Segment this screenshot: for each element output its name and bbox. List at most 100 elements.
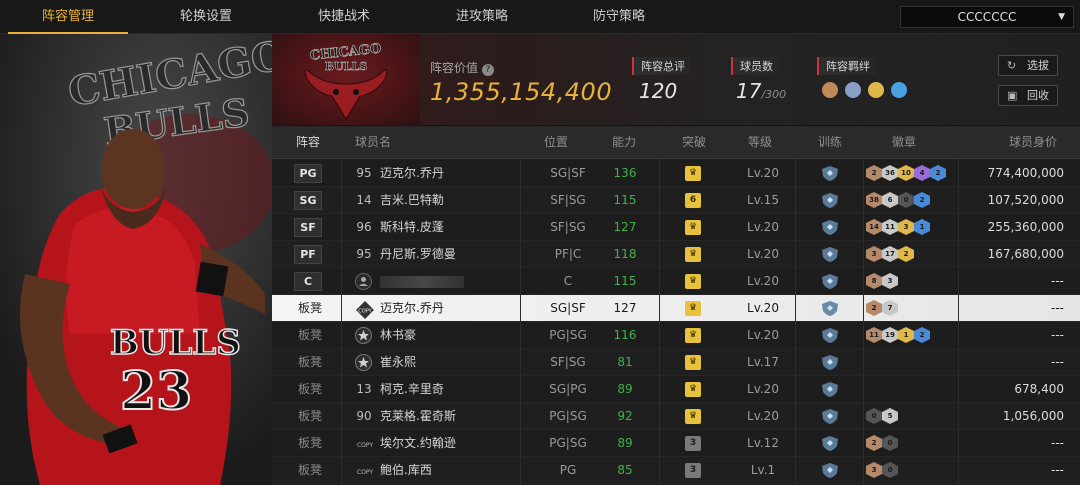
training-icon[interactable] bbox=[820, 300, 840, 317]
badge-icon[interactable]: 17 bbox=[882, 246, 898, 262]
slot-badge: PG bbox=[294, 164, 322, 183]
crown-icon: ♛ bbox=[685, 166, 701, 181]
svg-text:BULLS: BULLS bbox=[110, 323, 241, 363]
col-badges: 徽章 bbox=[892, 135, 917, 149]
badge-icon[interactable]: 2 bbox=[898, 246, 914, 262]
player-position: PG bbox=[559, 463, 577, 477]
training-icon[interactable] bbox=[820, 354, 840, 371]
refresh-icon: ↻ bbox=[1007, 59, 1017, 72]
recycle-icon: ▣ bbox=[1007, 89, 1018, 102]
copy-badge-icon: COPY bbox=[355, 462, 373, 479]
player-value: --- bbox=[1051, 436, 1064, 450]
player-ability: 118 bbox=[613, 247, 637, 261]
portrait-illustration: CHICAGO BULLS BULLS 23 bbox=[0, 34, 272, 485]
player-ability: 127 bbox=[613, 301, 637, 315]
col-ability: 能力 bbox=[612, 135, 637, 149]
player-level: Lv.20 bbox=[747, 409, 779, 423]
training-icon[interactable] bbox=[820, 462, 840, 479]
player-position: PG|SG bbox=[549, 328, 587, 342]
badge-icon[interactable]: 14 bbox=[866, 219, 882, 235]
tab-quick-tactics[interactable]: 快捷战术 bbox=[284, 0, 404, 34]
bond-icon-3[interactable] bbox=[868, 82, 884, 98]
lineup-value: 1,355,154,400 bbox=[430, 78, 613, 106]
player-level: Lv.1 bbox=[750, 463, 776, 477]
player-value: 167,680,000 bbox=[987, 247, 1064, 261]
copy-badge-icon: COPY bbox=[355, 300, 374, 319]
player-ability: 81 bbox=[617, 355, 633, 369]
badge-icon[interactable]: 0 bbox=[882, 462, 898, 478]
bond-icon-1[interactable] bbox=[822, 82, 838, 98]
player-position: PF|C bbox=[554, 247, 582, 261]
badge-icon[interactable]: 11 bbox=[882, 219, 898, 235]
badge-icon[interactable]: 2 bbox=[866, 165, 882, 181]
player-ability: 127 bbox=[613, 220, 637, 234]
user-dropdown[interactable]: CCCCCCC ▼ bbox=[900, 6, 1074, 28]
player-ability: 115 bbox=[613, 274, 637, 288]
players-label: 球员数 bbox=[731, 57, 779, 75]
badge-icon[interactable]: 19 bbox=[882, 327, 898, 343]
training-icon[interactable] bbox=[820, 219, 840, 236]
badge-icon[interactable]: 8 bbox=[866, 273, 882, 289]
bond-icon-4[interactable] bbox=[891, 82, 907, 98]
breakthrough-level: 6 bbox=[685, 193, 701, 208]
training-icon[interactable] bbox=[820, 165, 840, 182]
badge-icon[interactable]: 1 bbox=[898, 327, 914, 343]
badge-icon[interactable]: 36 bbox=[882, 165, 898, 181]
badge-icon[interactable]: 11 bbox=[866, 327, 882, 343]
badge-icon[interactable]: 7 bbox=[882, 300, 898, 316]
bond-icon-2[interactable] bbox=[845, 82, 861, 98]
training-icon[interactable] bbox=[820, 192, 840, 209]
team-logo: CHICAGO BULLS bbox=[272, 34, 420, 125]
player-name: 丹尼斯.罗德曼 bbox=[380, 247, 456, 261]
badge-icon[interactable]: 6 bbox=[882, 192, 898, 208]
training-icon[interactable] bbox=[820, 408, 840, 425]
badge-icon[interactable]: 3 bbox=[882, 273, 898, 289]
column-divider bbox=[520, 126, 521, 485]
training-icon[interactable] bbox=[820, 246, 840, 263]
player-value: --- bbox=[1051, 463, 1064, 477]
badge-icon[interactable]: 4 bbox=[914, 165, 930, 181]
slot-badge: PF bbox=[294, 245, 322, 264]
lineup-value-label: 阵容价值 ? bbox=[430, 59, 494, 76]
badge-icon[interactable]: 2 bbox=[866, 300, 882, 316]
badge-icon[interactable]: 2 bbox=[914, 192, 930, 208]
badge-icon[interactable]: 2 bbox=[930, 165, 946, 181]
tab-defense[interactable]: 防守策略 bbox=[559, 0, 679, 34]
badge-icon[interactable]: 0 bbox=[866, 408, 882, 424]
training-icon[interactable] bbox=[820, 327, 840, 344]
badge-icon[interactable]: 1 bbox=[914, 219, 930, 235]
crown-icon: ♛ bbox=[685, 409, 701, 424]
chevron-down-icon: ▼ bbox=[1058, 12, 1065, 22]
player-level: Lv.20 bbox=[747, 166, 779, 180]
badge-icon[interactable]: 0 bbox=[898, 192, 914, 208]
training-icon[interactable] bbox=[820, 381, 840, 398]
player-value: 678,400 bbox=[1014, 382, 1064, 396]
training-icon[interactable] bbox=[820, 435, 840, 452]
player-ability: 92 bbox=[617, 409, 633, 423]
players-count: 17/300 bbox=[736, 79, 787, 103]
player-name: 吉米.巴特勒 bbox=[380, 193, 444, 207]
recycle-button[interactable]: ▣ 回收 bbox=[998, 85, 1058, 106]
slot-label: 板凳 bbox=[298, 409, 323, 423]
badge-icon[interactable]: 10 bbox=[898, 165, 914, 181]
pick-button[interactable]: ↻ 选拔 bbox=[998, 55, 1058, 76]
tab-offense[interactable]: 进攻策略 bbox=[422, 0, 542, 34]
top-nav: 阵容管理 轮换设置 快捷战术 进攻策略 防守策略 CCCCCCC ▼ bbox=[0, 0, 1080, 34]
training-icon[interactable] bbox=[820, 273, 840, 290]
badge-icon[interactable]: 3 bbox=[866, 462, 882, 478]
badge-icon[interactable]: 38 bbox=[866, 192, 882, 208]
badge-icon[interactable]: 3 bbox=[898, 219, 914, 235]
badge-icon[interactable]: 0 bbox=[882, 435, 898, 451]
svg-text:BULLS: BULLS bbox=[325, 60, 367, 73]
badge-icon[interactable]: 3 bbox=[866, 246, 882, 262]
jersey-number: 95 bbox=[356, 166, 372, 180]
help-icon[interactable]: ? bbox=[481, 64, 494, 76]
tab-lineup[interactable]: 阵容管理 bbox=[8, 0, 128, 34]
badge-icon[interactable]: 5 bbox=[882, 408, 898, 424]
player-ability: 89 bbox=[617, 382, 633, 396]
badge-icon[interactable]: 2 bbox=[866, 435, 882, 451]
tab-rotation[interactable]: 轮换设置 bbox=[146, 0, 266, 34]
player-value: --- bbox=[1051, 274, 1064, 288]
badge-icon[interactable]: 2 bbox=[914, 327, 930, 343]
column-divider bbox=[795, 126, 796, 485]
